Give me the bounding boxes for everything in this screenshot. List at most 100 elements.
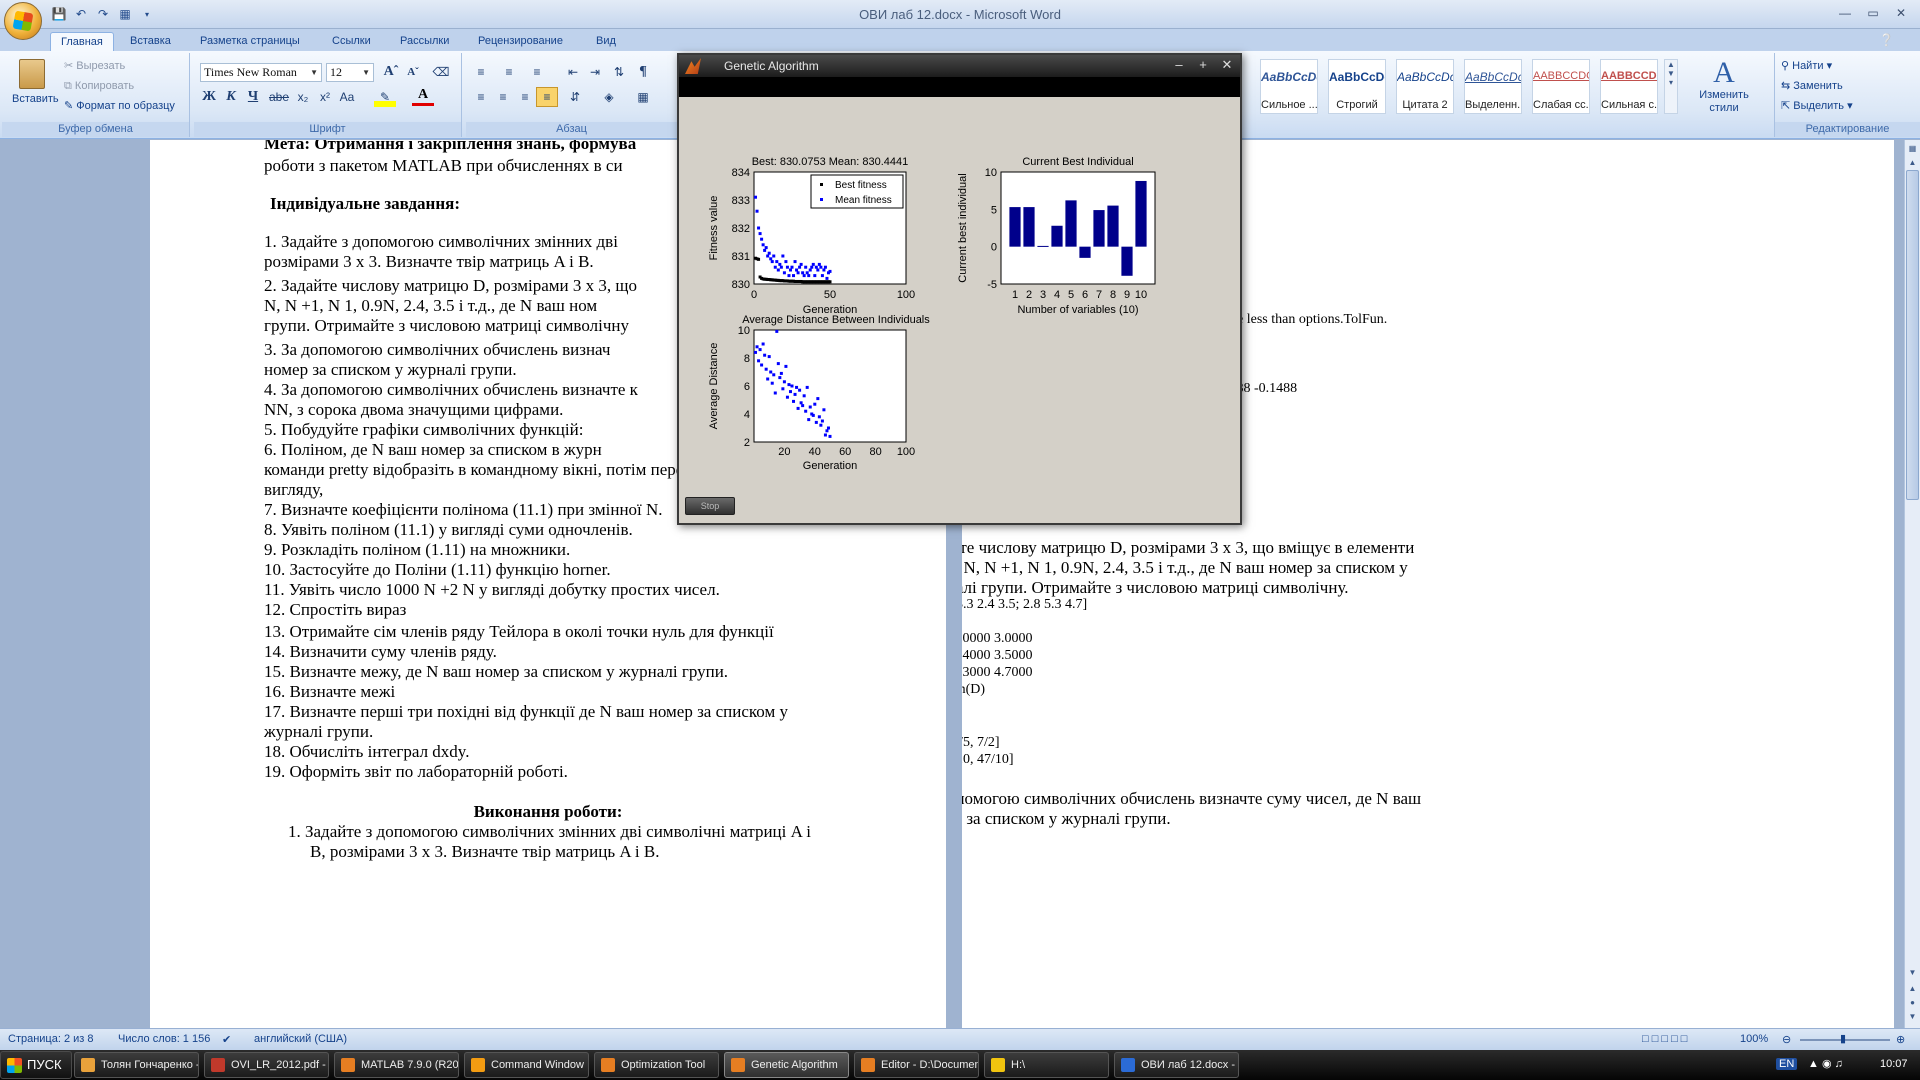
underline-icon[interactable]: Ч bbox=[242, 87, 264, 107]
scrollbar-thumb[interactable] bbox=[1906, 170, 1919, 500]
scroll-up-icon[interactable]: ▲ bbox=[1906, 156, 1919, 170]
font-size-combo[interactable]: 12 ▼ bbox=[326, 63, 374, 82]
word-count[interactable]: Число слов: 1 156 bbox=[118, 1033, 210, 1045]
align-left-icon[interactable]: ≡ bbox=[470, 87, 492, 107]
mean-fitness-point bbox=[820, 274, 824, 278]
maximize-button[interactable]: ▭ bbox=[1860, 3, 1886, 23]
shading-icon[interactable]: ◈ bbox=[598, 87, 620, 107]
tab-references[interactable]: Ссылки bbox=[322, 32, 381, 51]
tab-mailings[interactable]: Рассылки bbox=[390, 32, 459, 51]
taskbar-item[interactable]: MATLAB 7.9.0 (R200... bbox=[334, 1052, 459, 1078]
copy-button[interactable]: ⧉ Копировать bbox=[64, 77, 134, 95]
office-button[interactable] bbox=[4, 2, 42, 40]
borders-icon[interactable]: ▦ bbox=[632, 87, 654, 107]
style-intense-emphasis[interactable]: AaBbCcDc Сильное ... bbox=[1260, 59, 1318, 114]
shrink-font-icon[interactable]: Aˇ bbox=[402, 62, 424, 82]
clock[interactable]: 10:07 bbox=[1880, 1058, 1908, 1070]
font-name-combo[interactable]: Times New Roman ▼ bbox=[200, 63, 322, 82]
taskbar: ПУСК Толян Гончаренко - ... OVI_LR_2012.p… bbox=[0, 1050, 1920, 1080]
replace-button[interactable]: ⇆ Заменить bbox=[1781, 77, 1843, 95]
close-button[interactable]: ✕ bbox=[1888, 3, 1914, 23]
tray-icons[interactable]: ▲ ◉ ♫ bbox=[1808, 1057, 1843, 1070]
align-center-icon[interactable]: ≡ bbox=[492, 87, 514, 107]
tab-view[interactable]: Вид bbox=[586, 32, 626, 51]
bold-icon[interactable]: Ж bbox=[198, 87, 220, 107]
zoom-level[interactable]: 100% bbox=[1740, 1033, 1768, 1045]
tab-review[interactable]: Рецензирование bbox=[468, 32, 573, 51]
style-subtle-reference[interactable]: AABBCCDC Слабая сс... bbox=[1532, 59, 1590, 114]
taskbar-item[interactable]: Толян Гончаренко - ... bbox=[74, 1052, 199, 1078]
style-strong[interactable]: AaBbCcDc Строгий bbox=[1328, 59, 1386, 114]
ruler-toggle-icon[interactable]: ▦ bbox=[1906, 142, 1919, 156]
doc-line: 19. Оформіть звіт по лабораторній роботі… bbox=[264, 762, 568, 781]
style-quote[interactable]: AaBbCcDc Цитата 2 bbox=[1396, 59, 1454, 114]
tab-page-layout[interactable]: Разметка страницы bbox=[190, 32, 310, 51]
doc-line: 6. Поліном, де N ваш номер за списком в … bbox=[264, 440, 602, 459]
close-button[interactable]: ✕ bbox=[1218, 56, 1236, 74]
highlight-icon[interactable]: ✎ bbox=[374, 87, 396, 107]
zoom-in-icon[interactable]: ⊕ bbox=[1896, 1033, 1905, 1046]
browse-object-icon[interactable]: ● bbox=[1906, 996, 1919, 1010]
multilevel-list-icon[interactable]: ≡ bbox=[526, 62, 548, 82]
grow-font-icon[interactable]: Aˆ bbox=[380, 62, 402, 82]
align-right-icon[interactable]: ≡ bbox=[514, 87, 536, 107]
increase-indent-icon[interactable]: ⇥ bbox=[584, 62, 606, 82]
taskbar-item[interactable]: Optimization Tool bbox=[594, 1052, 719, 1078]
bullets-icon[interactable]: ≡ bbox=[470, 62, 492, 82]
minimize-button[interactable]: – bbox=[1170, 56, 1188, 74]
scroll-down-icon[interactable]: ▼ bbox=[1906, 966, 1919, 980]
start-button[interactable]: ПУСК bbox=[0, 1051, 72, 1079]
change-styles-button[interactable]: A Изменить стили bbox=[1684, 57, 1764, 115]
line-spacing-icon[interactable]: ⇵ bbox=[564, 87, 586, 107]
justify-icon[interactable]: ≡ bbox=[536, 87, 558, 107]
taskbar-item[interactable]: OVI_LR_2012.pdf - A... bbox=[204, 1052, 329, 1078]
strikethrough-icon[interactable]: abe bbox=[268, 87, 290, 107]
prev-page-icon[interactable]: ▲ bbox=[1906, 982, 1919, 996]
taskbar-item[interactable]: ОВИ лаб 12.docx - Mi... bbox=[1114, 1052, 1239, 1078]
doc-line: 11. Уявіть число 1000 N +2 N у вигляді д… bbox=[264, 580, 720, 599]
cut-button[interactable]: ✂ Вырезать bbox=[64, 57, 125, 75]
stop-button[interactable]: Stop bbox=[685, 497, 735, 515]
view-buttons[interactable]: □ □ □ □ □ bbox=[1642, 1033, 1687, 1045]
plot2-xtick: 4 bbox=[1054, 289, 1060, 301]
format-painter-button[interactable]: ✎ Формат по образцу bbox=[64, 97, 175, 115]
clear-formatting-icon[interactable]: ⌫ bbox=[430, 62, 452, 82]
taskbar-item[interactable]: Genetic Algorithm bbox=[724, 1052, 849, 1078]
help-icon[interactable]: ❔ bbox=[1879, 33, 1894, 47]
avg-distance-point bbox=[798, 388, 802, 392]
style-intense-reference[interactable]: AABBCCDC Сильная с... bbox=[1600, 59, 1658, 114]
find-button[interactable]: ⚲ Найти ▾ bbox=[1781, 57, 1832, 75]
select-button[interactable]: ⇱ Выделить ▾ bbox=[1781, 97, 1853, 115]
tab-insert[interactable]: Вставка bbox=[120, 32, 181, 51]
avg-distance-point bbox=[813, 402, 817, 406]
ga-title-bar[interactable]: Genetic Algorithm – + ✕ bbox=[679, 55, 1240, 77]
spelling-icon[interactable]: ✔ bbox=[222, 1033, 231, 1046]
maximize-button[interactable]: + bbox=[1194, 56, 1212, 74]
paste-button[interactable]: Вставить bbox=[12, 57, 59, 115]
taskbar-item[interactable]: H:\ bbox=[984, 1052, 1109, 1078]
styles-scroll[interactable]: ▲ ▼ ▾ bbox=[1664, 59, 1678, 114]
taskbar-item[interactable]: Editor - D:\Document... bbox=[854, 1052, 979, 1078]
minimize-button[interactable]: — bbox=[1832, 3, 1858, 23]
input-language[interactable]: EN bbox=[1776, 1058, 1798, 1070]
decrease-indent-icon[interactable]: ⇤ bbox=[562, 62, 584, 82]
sort-icon[interactable]: ⇅ bbox=[608, 62, 630, 82]
change-case-icon[interactable]: Aa bbox=[336, 87, 358, 107]
numbering-icon[interactable]: ≡ bbox=[498, 62, 520, 82]
mean-fitness-point bbox=[775, 260, 779, 264]
italic-icon[interactable]: К bbox=[220, 87, 242, 107]
font-color-icon[interactable]: A bbox=[412, 87, 434, 106]
zoom-slider-thumb[interactable]: ▮ bbox=[1840, 1032, 1846, 1045]
style-intense-quote[interactable]: AaBbCcDc Выделенн... bbox=[1464, 59, 1522, 114]
language[interactable]: английский (США) bbox=[254, 1033, 347, 1045]
subscript-icon[interactable]: x₂ bbox=[292, 87, 314, 107]
vertical-scrollbar[interactable]: ▦ ▲ ▼ ▲ ● ▼ bbox=[1904, 140, 1920, 1028]
superscript-icon[interactable]: x² bbox=[314, 87, 336, 107]
zoom-out-icon[interactable]: ⊖ bbox=[1782, 1033, 1791, 1046]
genetic-algorithm-window[interactable]: Genetic Algorithm – + ✕ Best: 830.0753 M… bbox=[677, 53, 1242, 525]
taskbar-item[interactable]: Command Window bbox=[464, 1052, 589, 1078]
page-indicator[interactable]: Страница: 2 из 8 bbox=[8, 1033, 94, 1045]
tab-home[interactable]: Главная bbox=[50, 32, 114, 51]
next-page-icon[interactable]: ▼ bbox=[1906, 1010, 1919, 1024]
show-marks-icon[interactable]: ¶ bbox=[632, 62, 654, 82]
